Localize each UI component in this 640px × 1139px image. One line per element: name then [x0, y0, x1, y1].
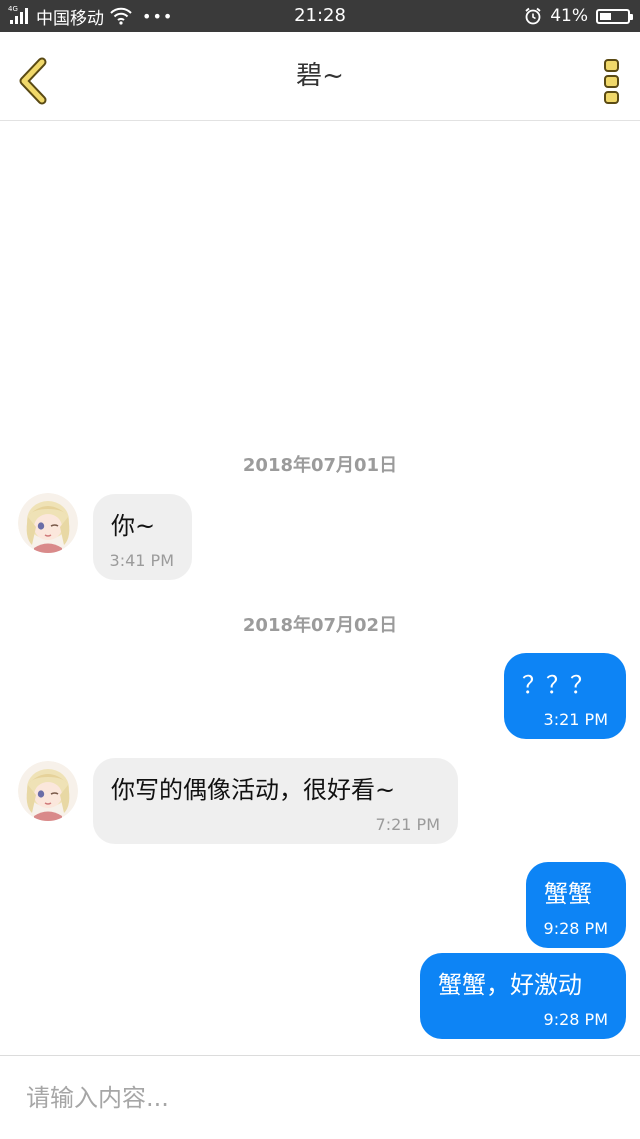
- message-text: 蟹蟹，好激动: [438, 971, 582, 999]
- message-bubble-incoming[interactable]: 你~ 3:41 PM: [93, 494, 192, 580]
- message-list[interactable]: 2018年07月01日 你~ 3:41 PM 2018年07月02日 ？？？ 3…: [0, 121, 640, 1055]
- message-text: 你~: [111, 512, 156, 540]
- more-vertical-icon: [604, 59, 619, 104]
- more-options-button[interactable]: [602, 58, 622, 106]
- date-separator: 2018年07月01日: [242, 455, 398, 476]
- chat-header: 碧~: [0, 32, 640, 121]
- alarm-icon: [525, 7, 541, 25]
- message-time: 3:41 PM: [109, 551, 174, 570]
- avatar-image: [18, 761, 78, 821]
- message-bubble-outgoing[interactable]: ？？？ 3:21 PM: [504, 653, 626, 739]
- status-right: 41%: [524, 0, 633, 32]
- message-bubble-outgoing[interactable]: 蟹蟹 9:28 PM: [526, 862, 626, 948]
- message-bubble-incoming[interactable]: 你写的偶像活动，很好看~ 7:21 PM: [93, 758, 458, 844]
- contact-avatar[interactable]: [18, 761, 78, 821]
- message-time: 7:21 PM: [375, 815, 440, 834]
- message-text: 蟹蟹: [544, 880, 592, 908]
- avatar-image: [18, 493, 78, 553]
- message-text: ？？？: [522, 671, 594, 699]
- message-bubble-outgoing[interactable]: 蟹蟹，好激动 9:28 PM: [420, 953, 626, 1039]
- battery-fill: [600, 12, 611, 20]
- status-bar: 4G 中国移动 ••• 21:28 41%: [0, 0, 640, 32]
- message-input[interactable]: [24, 1070, 618, 1126]
- contact-avatar[interactable]: [18, 493, 78, 553]
- date-separator: 2018年07月02日: [242, 615, 398, 636]
- message-text: 你写的偶像活动，很好看~: [111, 776, 396, 804]
- message-time: 9:28 PM: [543, 1010, 608, 1029]
- battery-percent: 41%: [550, 6, 588, 26]
- battery-icon: [596, 8, 633, 24]
- message-input-bar: [0, 1055, 640, 1139]
- message-time: 9:28 PM: [543, 919, 608, 938]
- message-time: 3:21 PM: [543, 710, 608, 729]
- chat-title: 碧~: [296, 61, 344, 91]
